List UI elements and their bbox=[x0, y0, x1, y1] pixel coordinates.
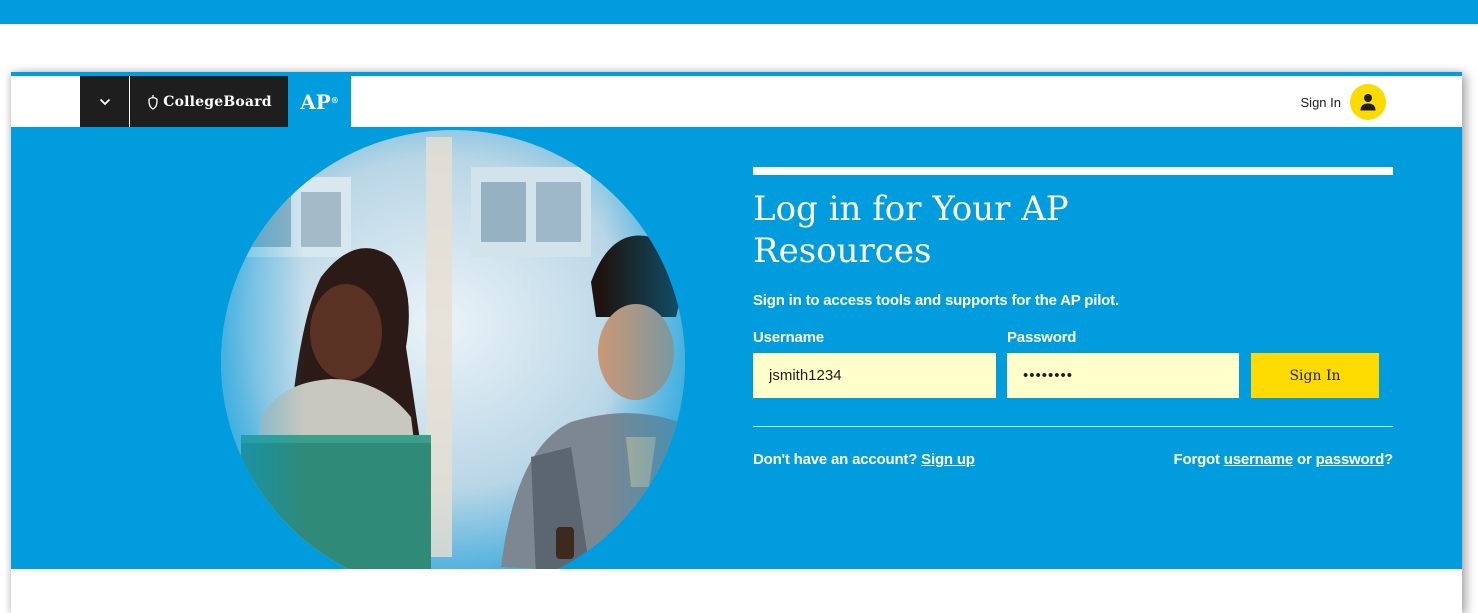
forgot-password-link[interactable]: password bbox=[1316, 451, 1385, 468]
site-header: CollegeBoard AP ® Sign In bbox=[11, 76, 1462, 127]
login-panel: Log in for Your AP Resources Sign in to … bbox=[753, 167, 1393, 473]
sign-in-button[interactable]: Sign In bbox=[1251, 353, 1379, 398]
forgot-suffix: ? bbox=[1384, 451, 1393, 468]
menu-dropdown-button[interactable] bbox=[80, 76, 129, 127]
forgot-or: or bbox=[1293, 451, 1316, 468]
user-icon bbox=[1360, 94, 1376, 111]
forgot-prompt: Forgot username or password? bbox=[1173, 451, 1394, 468]
avatar bbox=[1350, 84, 1386, 120]
top-accent-bar bbox=[0, 0, 1478, 24]
no-account-text: Don't have an account? bbox=[753, 451, 922, 468]
username-input[interactable] bbox=[753, 353, 996, 398]
brand-name: CollegeBoard bbox=[163, 93, 272, 110]
browser-window: CollegeBoard AP ® Sign In Log in for You… bbox=[11, 72, 1462, 613]
username-label: Username bbox=[753, 329, 824, 346]
students-photo bbox=[171, 127, 711, 569]
password-input[interactable] bbox=[1007, 353, 1239, 398]
password-label: Password bbox=[1007, 329, 1077, 346]
forgot-username-link[interactable]: username bbox=[1224, 451, 1293, 468]
acorn-icon bbox=[148, 94, 158, 110]
header-sign-in-label: Sign In bbox=[1300, 94, 1341, 110]
program-label: AP bbox=[300, 89, 331, 114]
sign-up-link[interactable]: Sign up bbox=[921, 451, 975, 468]
header-sign-in-link[interactable]: Sign In bbox=[1301, 84, 1386, 120]
signup-prompt: Don't have an account? Sign up bbox=[753, 451, 975, 468]
chevron-down-icon bbox=[99, 98, 110, 105]
login-form: Username Password Sign In bbox=[753, 329, 1393, 398]
ap-logo-link[interactable]: AP ® bbox=[288, 76, 351, 127]
forgot-prefix: Forgot bbox=[1173, 451, 1224, 468]
login-footer: Don't have an account? Sign up Forgot us… bbox=[753, 451, 1393, 473]
page-title: Log in for Your AP Resources bbox=[753, 189, 1069, 271]
page-subtitle: Sign in to access tools and supports for… bbox=[753, 292, 1119, 309]
registered-mark: ® bbox=[330, 94, 339, 105]
collegeboard-logo-link[interactable]: CollegeBoard bbox=[130, 76, 288, 127]
hero-banner: Log in for Your AP Resources Sign in to … bbox=[11, 127, 1462, 569]
panel-top-rule bbox=[753, 167, 1393, 175]
panel-divider bbox=[753, 426, 1393, 427]
